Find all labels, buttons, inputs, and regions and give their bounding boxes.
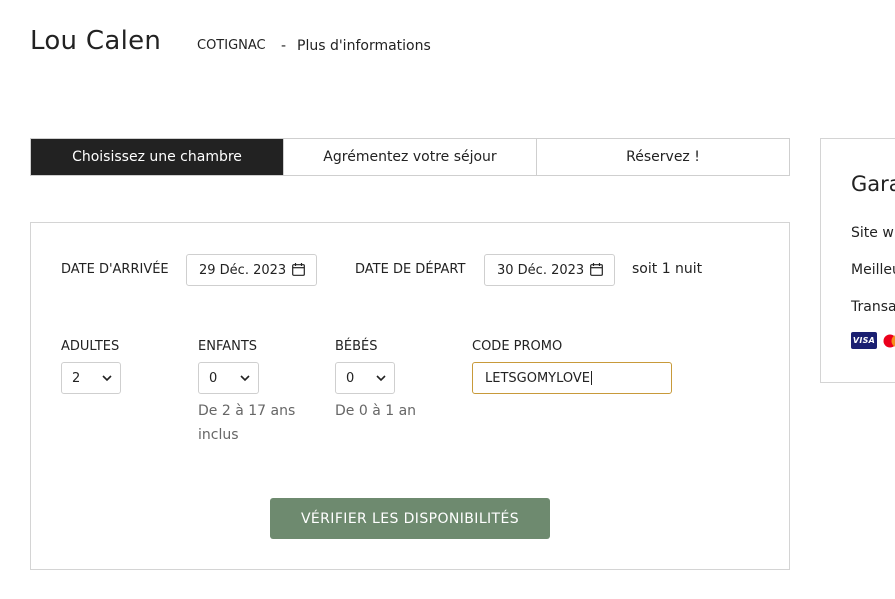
arrival-date-value: 29 Déc. 2023 — [199, 262, 287, 278]
adults-label: ADULTES — [61, 339, 120, 354]
header-separator: - — [281, 38, 287, 54]
text-cursor — [591, 371, 593, 385]
nights-summary: soit 1 nuit — [632, 261, 703, 277]
tab-book[interactable]: Réservez ! — [537, 139, 789, 175]
chevron-down-icon — [376, 375, 386, 382]
city-label: COTIGNAC — [197, 38, 266, 53]
chevron-down-icon — [102, 375, 112, 382]
search-panel: DATE D'ARRIVÉE 29 Déc. 2023 DATE DE DÉPA… — [30, 222, 790, 570]
booking-steps-tabs: Choisissez une chambre Agrémentez votre … — [30, 138, 790, 176]
arrival-date-label: DATE D'ARRIVÉE — [61, 262, 169, 277]
promo-code-value: LETSGOMYLOVE — [485, 370, 591, 386]
arrival-date-field[interactable]: 29 Déc. 2023 — [186, 254, 317, 286]
sidebar-item-best-price: Meilleu — [851, 262, 895, 278]
tab-choose-room[interactable]: Choisissez une chambre — [31, 139, 284, 175]
check-availability-button[interactable]: VÉRIFIER LES DISPONIBILITÉS — [270, 498, 550, 539]
promo-code-label: CODE PROMO — [472, 339, 563, 354]
chevron-down-icon — [240, 375, 250, 382]
sidebar-item-website: Site w — [851, 225, 894, 241]
guarantees-sidebar: Gara Site w Meilleu Transa VISA — [820, 138, 895, 383]
departure-date-label: DATE DE DÉPART — [355, 262, 466, 277]
children-label: ENFANTS — [198, 339, 258, 354]
more-info-link[interactable]: Plus d'informations — [297, 38, 431, 54]
promo-code-input[interactable]: LETSGOMYLOVE — [472, 362, 672, 394]
babies-select[interactable]: 0 — [335, 362, 395, 394]
departure-date-field[interactable]: 30 Déc. 2023 — [484, 254, 615, 286]
mastercard-icon — [883, 334, 895, 348]
children-age-hint: De 2 à 17 ans inclus — [198, 403, 296, 443]
visa-card-icon: VISA — [851, 332, 877, 349]
calendar-icon — [590, 263, 603, 276]
babies-label: BÉBÉS — [335, 339, 378, 354]
adults-select[interactable]: 2 — [61, 362, 121, 394]
sidebar-item-transaction: Transa — [851, 299, 895, 315]
babies-value: 0 — [346, 370, 355, 386]
adults-value: 2 — [72, 370, 81, 386]
tab-enhance-stay[interactable]: Agrémentez votre séjour — [284, 139, 537, 175]
children-value: 0 — [209, 370, 218, 386]
sidebar-title: Gara — [851, 172, 895, 196]
hotel-name: Lou Calen — [30, 26, 162, 56]
children-select[interactable]: 0 — [198, 362, 259, 394]
babies-age-hint: De 0 à 1 an — [335, 403, 417, 419]
departure-date-value: 30 Déc. 2023 — [497, 262, 585, 278]
calendar-icon — [292, 263, 305, 276]
